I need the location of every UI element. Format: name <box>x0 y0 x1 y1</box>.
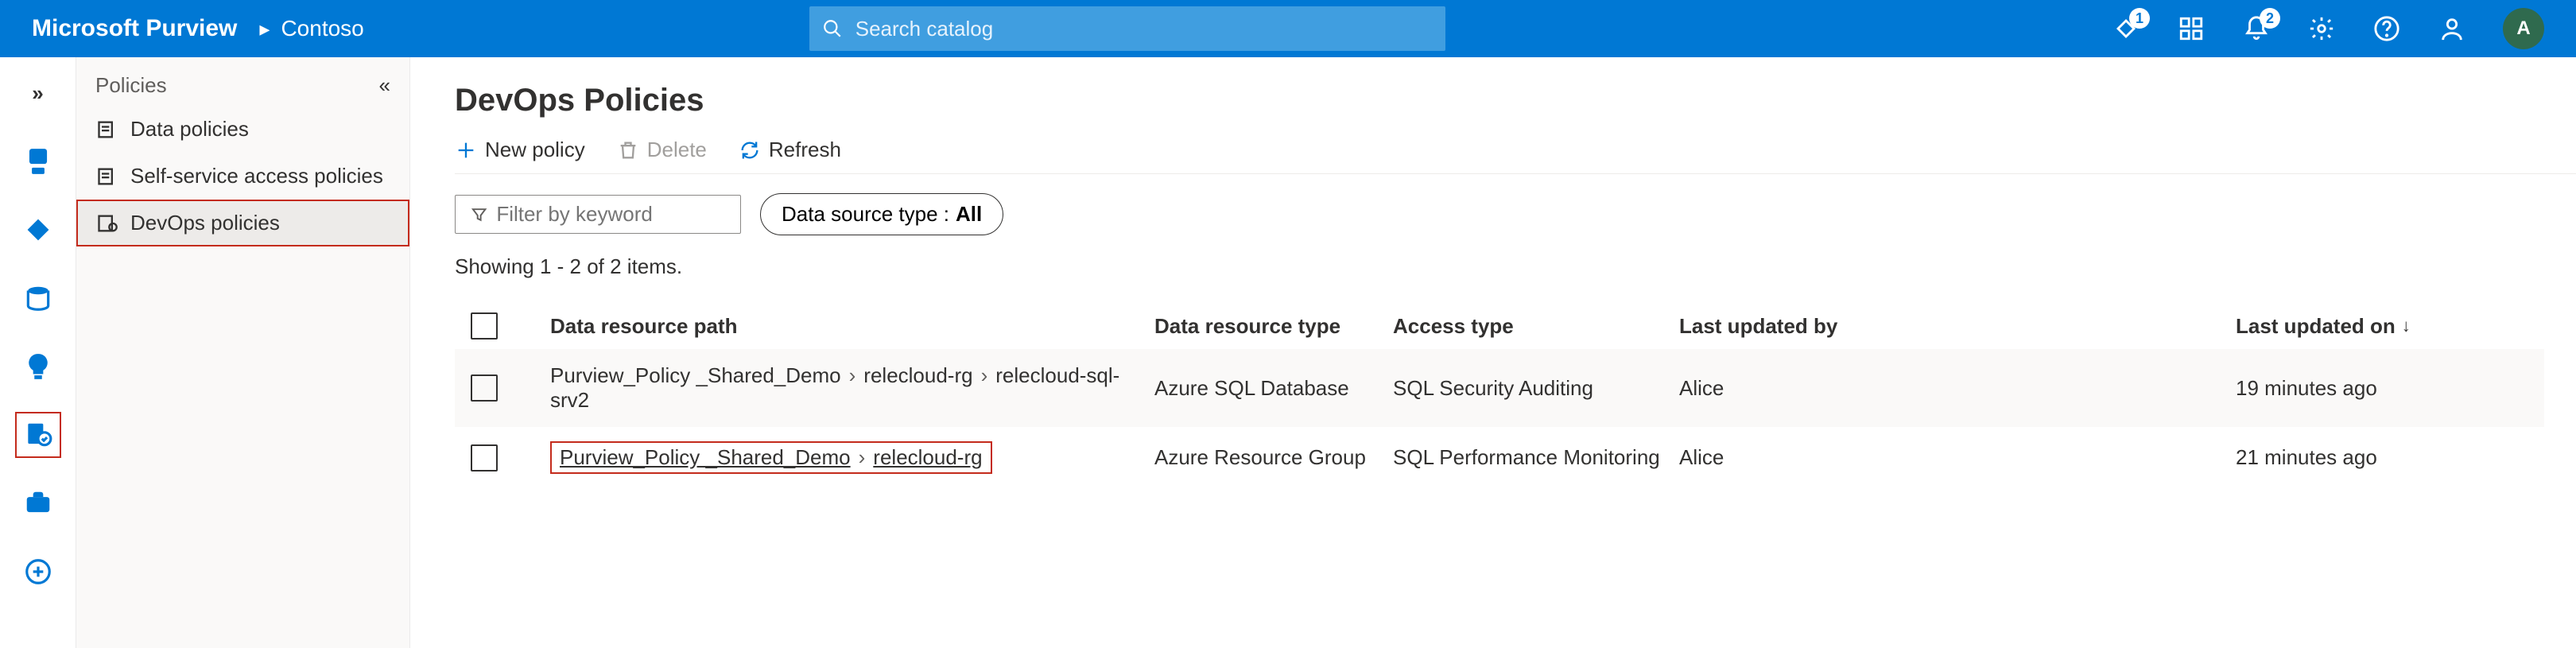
bell-badge: 2 <box>2260 8 2280 29</box>
expand-rail-button[interactable]: » <box>21 76 55 110</box>
sidebar-item-label: Self-service access policies <box>130 164 383 188</box>
header-actions: 1 2 A <box>2112 8 2576 49</box>
rail-catalog-icon[interactable] <box>21 145 55 178</box>
help-icon[interactable] <box>2372 14 2401 43</box>
side-panel-title: Policies <box>95 73 167 98</box>
page-title: DevOps Policies <box>455 83 2576 118</box>
col-access[interactable]: Access type <box>1393 314 1679 339</box>
chevron-right-icon: › <box>981 363 988 387</box>
result-count: Showing 1 - 2 of 2 items. <box>455 254 2576 279</box>
highlighted-path[interactable]: Purview_Policy _Shared_Demo›relecloud-rg <box>550 441 992 474</box>
refresh-button[interactable]: Refresh <box>739 138 841 162</box>
main-content: DevOps Policies New policy Delete Refres… <box>410 57 2576 648</box>
cell-type: Azure Resource Group <box>1154 445 1393 470</box>
gear-icon[interactable] <box>2307 14 2336 43</box>
cell-updated-by: Alice <box>1679 376 2236 401</box>
sidebar-item-label: DevOps policies <box>130 211 280 235</box>
cell-updated-on: 19 minutes ago <box>2236 376 2490 401</box>
cell-access: SQL Security Auditing <box>1393 376 1679 401</box>
filter-keyword-box[interactable] <box>455 195 741 234</box>
filter-row: Data source type : All <box>455 193 2576 235</box>
cell-path[interactable]: Purview_Policy _Shared_Demo›relecloud-rg… <box>550 363 1154 413</box>
rail-management-icon[interactable] <box>21 555 55 588</box>
diamond-badge: 1 <box>2129 8 2150 29</box>
sidebar-item-devops-policies[interactable]: DevOps policies <box>76 200 409 246</box>
chevron-right-icon: › <box>849 363 856 387</box>
rail-map-icon[interactable] <box>21 213 55 246</box>
table-row[interactable]: Purview_Policy _Shared_Demo›relecloud-rg… <box>455 349 2544 427</box>
col-type[interactable]: Data resource type <box>1154 314 1393 339</box>
data-source-type-filter[interactable]: Data source type : All <box>760 193 1003 235</box>
policies-table: Data resource path Data resource type Ac… <box>455 303 2544 488</box>
delete-button: Delete <box>617 138 707 162</box>
devops-policy-icon <box>95 211 119 235</box>
cell-access: SQL Performance Monitoring <box>1393 445 1679 470</box>
feedback-icon[interactable] <box>2438 14 2466 43</box>
toolbar: New policy Delete Refresh <box>455 138 2576 174</box>
sort-down-icon: ↓ <box>2402 316 2411 336</box>
col-path[interactable]: Data resource path <box>550 314 1154 339</box>
sidebar-item-label: Data policies <box>130 117 249 142</box>
rail-policy-icon[interactable] <box>21 418 55 452</box>
cell-updated-on: 21 minutes ago <box>2236 445 2490 470</box>
nav-rail: » <box>0 57 76 648</box>
cell-updated-by: Alice <box>1679 445 2236 470</box>
search-icon <box>822 18 843 39</box>
diamond-icon[interactable]: 1 <box>2112 14 2140 43</box>
new-policy-button[interactable]: New policy <box>455 138 585 162</box>
rail-insights-icon[interactable] <box>21 350 55 383</box>
col-by[interactable]: Last updated by <box>1679 314 2236 339</box>
filter-icon <box>470 204 488 225</box>
collapse-panel-button[interactable]: « <box>379 73 390 98</box>
side-panel: Policies « Data policies Self-service ac… <box>76 57 410 648</box>
sidebar-item-data-policies[interactable]: Data policies <box>76 106 409 153</box>
col-on[interactable]: Last updated on ↓ <box>2236 314 2490 339</box>
app-name: Microsoft Purview <box>32 15 237 42</box>
rail-datasource-icon[interactable] <box>21 281 55 315</box>
grid-icon[interactable] <box>2177 14 2206 43</box>
tenant-name[interactable]: Contoso <box>281 16 363 41</box>
search-box[interactable] <box>809 6 1445 51</box>
breadcrumb-chevron-icon: ▸ <box>259 17 270 41</box>
filter-keyword-input[interactable] <box>496 202 726 227</box>
bell-icon[interactable]: 2 <box>2242 14 2271 43</box>
cell-path[interactable]: Purview_Policy _Shared_Demo›relecloud-rg <box>550 441 1154 474</box>
select-all-checkbox[interactable] <box>471 312 498 340</box>
row-checkbox[interactable] <box>471 444 498 471</box>
top-header: Microsoft Purview ▸ Contoso 1 2 A <box>0 0 2576 57</box>
policy-list-icon <box>95 118 119 142</box>
self-service-icon <box>95 165 119 188</box>
sidebar-item-self-service[interactable]: Self-service access policies <box>76 153 409 200</box>
search-input[interactable] <box>855 17 1433 41</box>
chevron-right-icon: › <box>859 445 866 469</box>
cell-type: Azure SQL Database <box>1154 376 1393 401</box>
avatar[interactable]: A <box>2503 8 2544 49</box>
rail-workflow-icon[interactable] <box>21 487 55 520</box>
row-checkbox[interactable] <box>471 374 498 402</box>
table-header-row: Data resource path Data resource type Ac… <box>455 303 2544 349</box>
table-row[interactable]: Purview_Policy _Shared_Demo›relecloud-rg… <box>455 427 2544 488</box>
